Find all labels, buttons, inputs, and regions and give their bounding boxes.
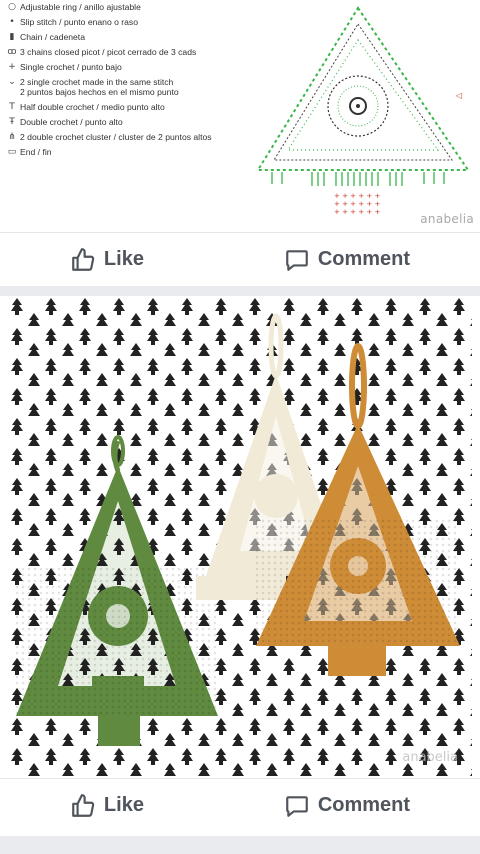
- legend-row: + Single crochet / punto bajo: [4, 62, 254, 72]
- chain-icon: ▮: [9, 32, 15, 42]
- legend-row: ▮ Chain / cadeneta: [4, 32, 254, 42]
- legend-text: Single crochet / punto bajo: [20, 62, 122, 72]
- legend-row: T Half double crochet / medio punto alto: [4, 102, 254, 112]
- post-1: ○ Adjustable ring / anillo ajustable • Slip…: [0, 0, 480, 286]
- legend-text: Adjustable ring / anillo ajustable: [20, 2, 141, 12]
- comment-label: Comment: [317, 794, 411, 816]
- crochet-chart: + + + + + + + + + + + + + + + + + + ◁: [256, 6, 470, 216]
- like-button[interactable]: Like: [50, 787, 164, 825]
- comment-button[interactable]: Comment: [264, 787, 430, 825]
- legend-row: ⌄ 2 single crochet made in the same stitc…: [4, 77, 254, 97]
- circle-icon: ○: [8, 2, 16, 12]
- legend-text: Double crochet / punto alto: [20, 117, 123, 127]
- v-icon: ⌄: [8, 77, 16, 87]
- legend-text: Chain / cadeneta: [20, 32, 85, 42]
- watermark-text: anabelia: [420, 212, 474, 226]
- thumbs-up-icon: [72, 247, 95, 271]
- plus-icon: +: [8, 62, 16, 72]
- comment-bubble-icon: [285, 249, 308, 271]
- stitch-legend: ○ Adjustable ring / anillo ajustable • Slip…: [4, 2, 254, 162]
- legend-row: ⋔ 2 double crochet cluster / cluster de 2…: [4, 132, 254, 142]
- crochet-trees-photo[interactable]: anabelia: [8, 296, 472, 778]
- post-2: anabelia Like Comment: [0, 296, 480, 836]
- legend-row: ○ Adjustable ring / anillo ajustable: [4, 2, 254, 12]
- svg-text:+ + + + + +: + + + + + +: [334, 208, 380, 216]
- end-icon: ▭: [7, 147, 17, 157]
- like-button[interactable]: Like: [50, 241, 164, 279]
- dot-icon: •: [9, 17, 15, 27]
- post-actions-bar: Like Comment: [0, 232, 480, 286]
- hdc-icon: T: [9, 102, 15, 112]
- legend-row: ▭ End / fin: [4, 147, 254, 157]
- legend-row: ꝏ3 chains closed picot / picot cerrado d…: [4, 47, 254, 57]
- dc-icon: Ŧ: [9, 117, 15, 127]
- svg-text:+ + + + + +: + + + + + +: [334, 192, 380, 200]
- comment-bubble-icon: [285, 795, 308, 817]
- legend-row: • Slip stitch / punto enano o raso: [4, 17, 254, 27]
- legend-text: Slip stitch / punto enano o raso: [20, 17, 139, 27]
- legend-text: Half double crochet / medio punto alto: [20, 102, 165, 112]
- cluster-icon: ⋔: [8, 132, 16, 142]
- legend-text: End / fin: [20, 147, 52, 157]
- legend-text: 3 chains closed picot / picot cerrado de…: [20, 47, 197, 57]
- picot-icon: ꝏ: [7, 47, 17, 57]
- photo-watermark: anabelia: [402, 750, 458, 765]
- like-label: Like: [103, 794, 144, 816]
- legend-text: 2 single crochet made in the same stitch…: [20, 77, 179, 97]
- svg-text:◁: ◁: [455, 91, 462, 100]
- comment-button[interactable]: Comment: [264, 241, 430, 279]
- legend-text: 2 double crochet cluster / cluster de 2 …: [20, 132, 212, 142]
- thumbs-up-icon: [72, 793, 95, 817]
- svg-text:+ + + + + +: + + + + + +: [334, 200, 380, 208]
- photo-artwork: [8, 296, 472, 778]
- like-label: Like: [103, 248, 144, 270]
- post-actions-bar: Like Comment: [0, 778, 480, 832]
- feed-separator: [0, 286, 480, 296]
- legend-row: Ŧ Double crochet / punto alto: [4, 117, 254, 127]
- comment-label: Comment: [317, 248, 411, 270]
